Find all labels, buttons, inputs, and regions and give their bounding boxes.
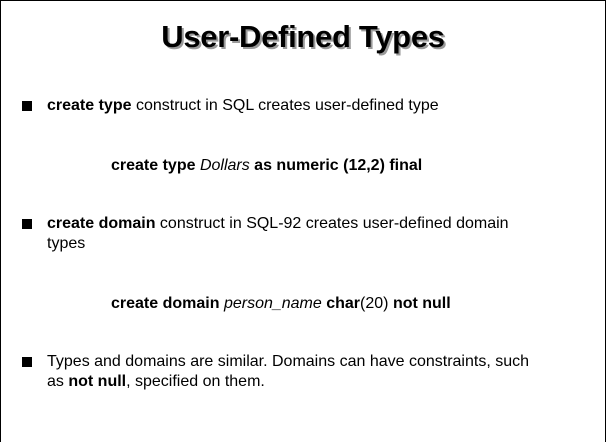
bullet-item-create-domain: create domain construct in SQL-92 create… (19, 214, 599, 254)
square-bullet-icon (22, 357, 32, 367)
example-keyword: char (321, 295, 361, 312)
slide: User-Defined Types create type construct… (0, 0, 606, 442)
square-bullet-icon (22, 219, 32, 229)
bullet-text: create type construct in SQL creates use… (47, 96, 599, 116)
example-create-domain: create domain person_name char(20) not n… (111, 294, 451, 314)
example-keyword: as numeric (12,2) final (249, 157, 423, 174)
example-keyword: not null (392, 295, 451, 312)
bullet-line: Types and domains are similar. Domains c… (47, 353, 530, 370)
example-keyword: create type (111, 157, 200, 174)
keyword-create-domain: create domain (47, 215, 156, 232)
example-domain-name: person_name (223, 295, 322, 312)
bullet-text-fragment: , specified on them. (126, 373, 265, 390)
example-type-name: Dollars (199, 157, 250, 174)
bullet-text: create domain construct in SQL-92 create… (47, 214, 599, 254)
square-bullet-icon (22, 101, 32, 111)
bullet-line: create domain construct in SQL-92 create… (47, 214, 599, 234)
slide-title: User-Defined Types (161, 19, 445, 54)
bullet-description: construct in SQL creates user-defined ty… (131, 97, 439, 114)
bullet-description: construct in SQL-92 creates user-defined… (155, 215, 509, 232)
example-create-type: create type Dollars as numeric (12,2) fi… (111, 156, 422, 176)
example-argument: (20) (360, 295, 393, 312)
example-keyword: create domain (111, 295, 224, 312)
bullet-item-create-type: create type construct in SQL creates use… (19, 96, 599, 116)
bullet-line: types (47, 235, 86, 252)
bullet-item-similarity: Types and domains are similar. Domains c… (19, 352, 599, 392)
bullet-text-fragment: as (47, 373, 69, 390)
bullet-text: Types and domains are similar. Domains c… (47, 352, 599, 392)
keyword-create-type: create type (47, 97, 132, 114)
keyword-not-null: not null (68, 373, 127, 390)
bullet-line: as not null, specified on them. (47, 372, 599, 392)
